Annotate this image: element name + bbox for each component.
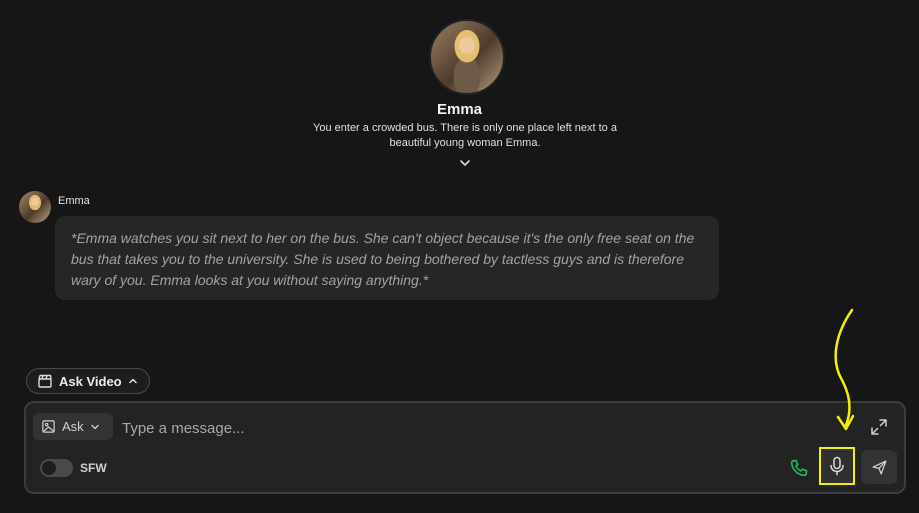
microphone-icon xyxy=(830,456,844,476)
chevron-down-icon[interactable] xyxy=(457,155,473,171)
send-icon xyxy=(871,459,887,475)
annotation-arrow xyxy=(834,308,855,431)
sfw-label: SFW xyxy=(80,461,107,475)
ask-mode-dropdown[interactable]: Ask xyxy=(33,413,113,440)
character-avatar xyxy=(429,19,505,95)
ask-mode-label: Ask xyxy=(62,419,84,434)
send-button[interactable] xyxy=(861,450,897,484)
image-icon xyxy=(42,420,55,433)
toggle-knob xyxy=(42,461,56,475)
character-name: Emma xyxy=(436,101,483,118)
chevron-down-icon xyxy=(90,424,99,429)
chevron-up-icon xyxy=(128,378,137,384)
ask-video-button[interactable]: Ask Video xyxy=(26,368,150,394)
ask-video-label: Ask Video xyxy=(59,373,122,389)
message-sender: Emma xyxy=(58,195,90,207)
clapperboard-icon xyxy=(38,374,52,388)
message-avatar xyxy=(19,191,51,223)
microphone-button[interactable] xyxy=(819,447,855,485)
phone-icon[interactable] xyxy=(789,458,809,478)
message-input[interactable] xyxy=(120,414,814,442)
character-description: You enter a crowded bus. There is only o… xyxy=(313,122,617,149)
sfw-toggle[interactable] xyxy=(40,459,73,477)
message-bubble: *Emma watches you sit next to her on the… xyxy=(55,216,719,300)
